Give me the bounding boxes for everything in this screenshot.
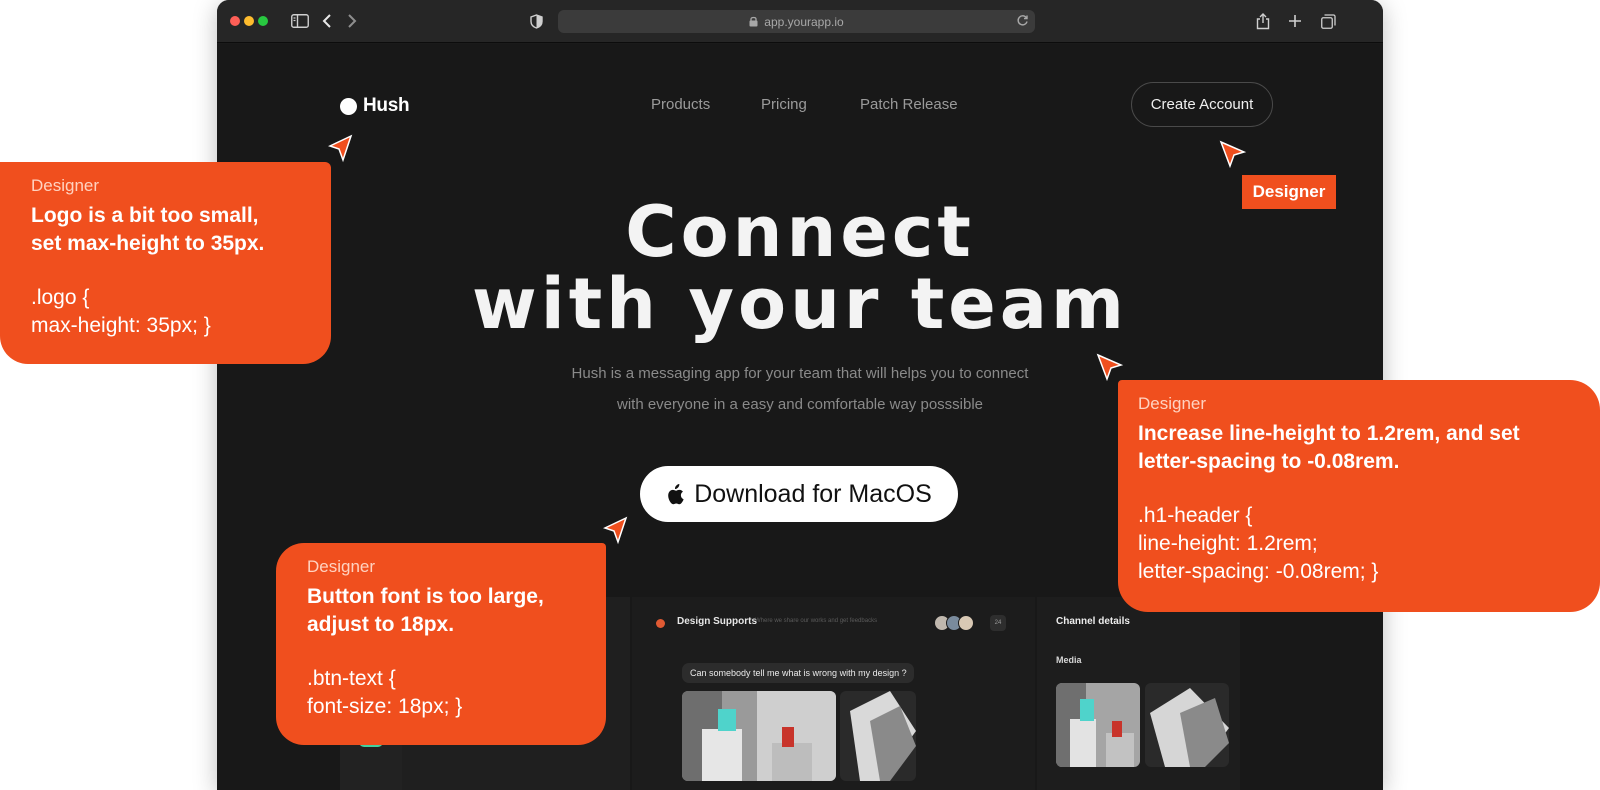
annotation-message: Button font is too large, adjust to 18px… <box>307 583 606 639</box>
reload-icon[interactable] <box>1016 14 1029 27</box>
hero-heading: Connect with your team <box>217 196 1383 340</box>
share-icon[interactable] <box>1255 10 1271 32</box>
back-icon[interactable] <box>320 10 334 32</box>
preview-channel-description: Where we share our works and get feedbac… <box>755 618 878 624</box>
annotation-card-button: Designer Button font is too large, adjus… <box>276 543 606 745</box>
preview-image <box>682 691 836 781</box>
sidebar-icon[interactable] <box>290 10 310 32</box>
privacy-shield-icon[interactable] <box>528 10 544 32</box>
download-button-label: Download for MacOS <box>694 479 932 508</box>
annotation-role: Designer <box>1138 394 1207 413</box>
preview-member-count: 24 <box>990 615 1006 631</box>
annotation-code: .logo { max-height: 35px; } <box>31 286 211 337</box>
hero-heading-line-2: with your team <box>472 263 1128 345</box>
annotation-message-line: Button font is too large, <box>307 585 544 608</box>
preview-details-title: Channel details <box>1056 616 1130 627</box>
annotation-code: .btn-text { font-size: 18px; } <box>307 667 463 718</box>
browser-toolbar: app.yourapp.io <box>217 0 1383 43</box>
apple-icon <box>666 483 684 505</box>
annotation-message-line: adjust to 18px. <box>307 613 455 636</box>
avatar <box>958 615 974 631</box>
preview-details-panel: Channel details Media <box>1037 597 1240 790</box>
annotation-message-line: set max-height to 35px. <box>31 232 265 255</box>
preview-avatars <box>934 615 974 631</box>
annotation-message-line: Logo is a bit too small, <box>31 204 259 227</box>
create-account-button[interactable]: Create Account <box>1131 82 1273 127</box>
preview-message-bubble: Can somebody tell me what is wrong with … <box>682 663 914 683</box>
tab-overview-icon[interactable] <box>1320 10 1336 32</box>
nav-item-products[interactable]: Products <box>651 96 710 113</box>
annotation-role: Designer <box>307 557 376 576</box>
url-text: app.yourapp.io <box>764 14 844 29</box>
annotation-message-line: letter-spacing to -0.08rem. <box>1138 450 1400 473</box>
forward-icon[interactable] <box>345 10 359 32</box>
annotation-message: Logo is a bit too small, set max-height … <box>31 202 331 258</box>
minimize-window-button[interactable] <box>244 16 254 26</box>
annotation-role: Designer <box>31 176 100 195</box>
close-window-button[interactable] <box>230 16 240 26</box>
maximize-window-button[interactable] <box>258 16 268 26</box>
annotation-code: .h1-header { line-height: 1.2rem; letter… <box>1138 504 1379 583</box>
nav-item-patch-release[interactable]: Patch Release <box>860 96 958 113</box>
new-tab-icon[interactable] <box>1287 10 1303 32</box>
annotation-message: Increase line-height to 1.2rem, and set … <box>1138 420 1600 476</box>
annotation-card-heading: Designer Increase line-height to 1.2rem,… <box>1118 380 1600 612</box>
annotation-message-line: Increase line-height to 1.2rem, and set <box>1138 422 1520 445</box>
preview-media-label: Media <box>1056 655 1082 665</box>
preview-image <box>840 691 916 781</box>
designer-cursor-tag: Designer <box>1242 175 1336 209</box>
download-macos-button[interactable]: Download for MacOS <box>640 466 958 522</box>
hero-heading-line-1: Connect <box>625 191 975 273</box>
nav-item-pricing[interactable]: Pricing <box>761 96 807 113</box>
preview-channel-name: Design Supports <box>677 616 758 627</box>
cursor-arrow-icon <box>1096 353 1124 382</box>
preview-media-thumb <box>1145 683 1229 767</box>
annotation-card-logo: Designer Logo is a bit too small, set ma… <box>0 162 331 364</box>
cursor-arrow-icon <box>602 516 628 545</box>
preview-chat-panel: Design Supports Where we share our works… <box>632 597 1035 790</box>
preview-channel-icon <box>656 619 665 628</box>
cursor-arrow-icon <box>327 134 353 163</box>
preview-media-thumb <box>1056 683 1140 767</box>
lock-icon <box>749 16 758 27</box>
cursor-arrow-icon <box>1219 140 1247 169</box>
address-bar[interactable]: app.yourapp.io <box>558 10 1035 33</box>
